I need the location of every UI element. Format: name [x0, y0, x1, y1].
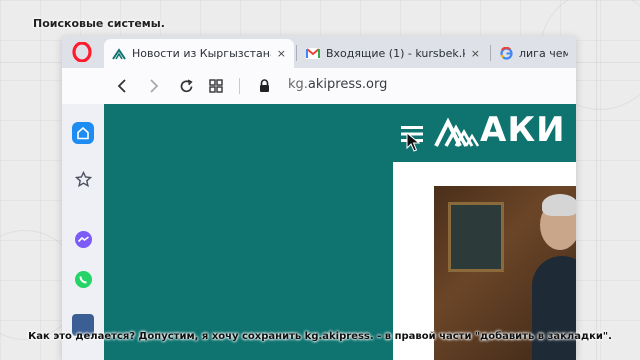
tab-title: лига чемпи [519, 47, 568, 60]
opera-sidebar [62, 104, 104, 360]
tab-close-button[interactable]: × [277, 47, 286, 60]
sidebar-whatsapp-button[interactable] [72, 268, 94, 290]
video-caption-bottom: Как это делается? Допустим, я хочу сохра… [28, 331, 612, 342]
decorative-line [596, 0, 597, 360]
messenger-icon [74, 230, 92, 248]
toolbar-divider [239, 78, 240, 94]
address-domain-prefix: kg. [288, 77, 308, 92]
reload-button[interactable] [176, 76, 196, 96]
browser-window: Новости из Кыргызстана - × Входящие (1) … [62, 36, 576, 360]
sidebar-messenger-button[interactable] [72, 228, 94, 250]
tab-title: Новости из Кыргызстана - [132, 47, 271, 60]
whatsapp-icon [74, 270, 92, 288]
reload-icon [180, 78, 193, 92]
tab-close-button[interactable]: × [471, 47, 480, 60]
chevron-left-icon [117, 79, 126, 93]
address-bar[interactable]: kg.akipress.org [288, 77, 387, 92]
video-caption-top: Поисковые системы. [33, 17, 165, 30]
gmail-favicon-icon [306, 48, 320, 59]
photo-painting [448, 202, 504, 272]
photo-person-hair [542, 194, 576, 216]
tab-gmail[interactable]: Входящие (1) - kursbek.kur × [298, 39, 488, 68]
tab-bar: Новости из Кыргызстана - × Входящие (1) … [62, 36, 576, 68]
tab-grid-button[interactable] [206, 76, 226, 96]
tab-title: Входящие (1) - kursbek.kur [326, 47, 465, 60]
mouse-cursor-icon [406, 132, 420, 152]
browser-toolbar: kg.akipress.org [62, 68, 576, 104]
photo-person-body [532, 256, 576, 360]
grid-icon [209, 79, 223, 93]
site-info-button[interactable] [254, 76, 274, 96]
chevron-right-icon [150, 79, 159, 93]
back-button[interactable] [112, 76, 132, 96]
forward-button[interactable] [144, 76, 164, 96]
star-icon [74, 170, 92, 187]
akipress-logo-icon[interactable] [434, 116, 480, 148]
tab-separator [296, 45, 297, 61]
opera-logo-icon[interactable] [72, 42, 92, 62]
tab-separator [490, 45, 491, 61]
webpage-content: АКИ [104, 104, 576, 360]
address-domain: akipress.org [307, 77, 388, 92]
tab-google[interactable]: лига чемпи [492, 39, 576, 68]
sidebar-home-button[interactable] [72, 122, 94, 144]
sidebar-bookmarks-button[interactable] [72, 168, 94, 190]
tab-akipress[interactable]: Новости из Кыргызстана - × [104, 39, 294, 68]
home-icon [77, 126, 89, 140]
lock-icon [259, 79, 269, 92]
akipress-logo-text[interactable]: АКИ [480, 110, 566, 150]
google-favicon-icon [500, 47, 513, 60]
akipress-favicon-icon [112, 47, 126, 60]
